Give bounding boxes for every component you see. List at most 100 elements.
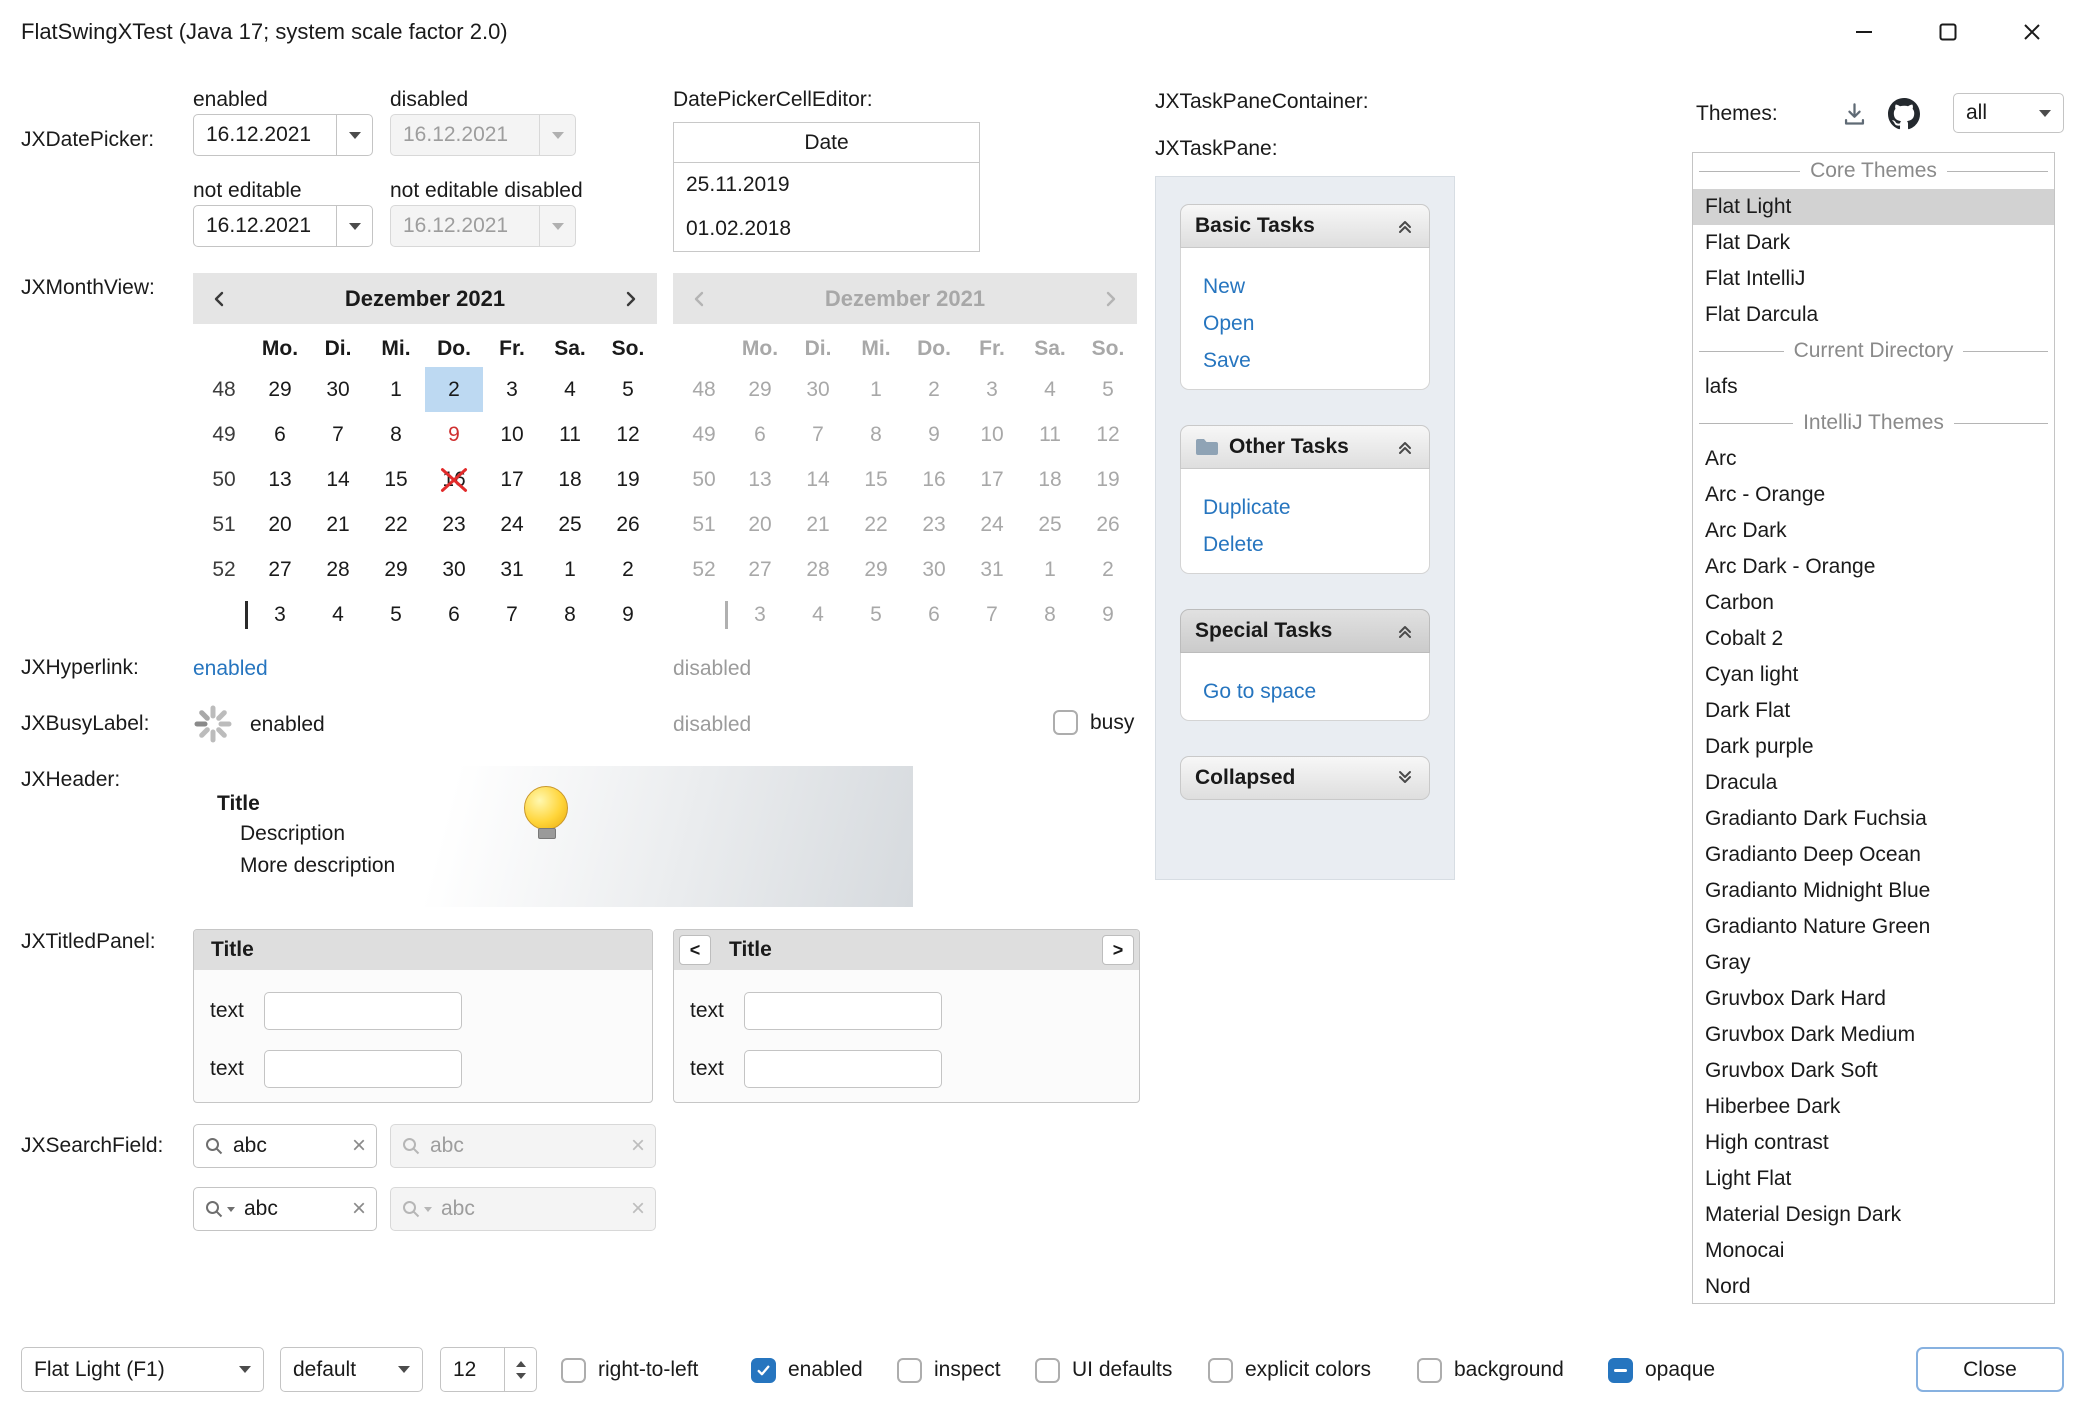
day-cell[interactable]: 16: [425, 457, 483, 502]
theme-item[interactable]: Arc: [1693, 441, 2054, 477]
checkbox-box[interactable]: [1053, 710, 1078, 735]
text-field[interactable]: [264, 992, 462, 1030]
day-cell[interactable]: 17: [483, 457, 541, 502]
prev-button[interactable]: <: [679, 935, 711, 965]
theme-item[interactable]: Monocai: [1693, 1233, 2054, 1269]
checkbox-inspect[interactable]: inspect: [897, 1349, 1001, 1391]
themes-filter-combo[interactable]: all: [1953, 93, 2064, 133]
search-field-with-menu[interactable]: abc ×: [193, 1187, 377, 1231]
day-cell[interactable]: 18: [541, 457, 599, 502]
github-button[interactable]: [1886, 96, 1922, 132]
search-field[interactable]: abc ×: [193, 1124, 377, 1168]
close-dialog-button[interactable]: Close: [1916, 1347, 2064, 1392]
day-cell[interactable]: 31: [483, 547, 541, 592]
prev-month-button[interactable]: [199, 278, 241, 320]
day-cell[interactable]: 23: [425, 502, 483, 547]
theme-item[interactable]: Light Flat: [1693, 1161, 2054, 1197]
checkbox-enabled[interactable]: enabled: [751, 1349, 863, 1391]
laf-combo[interactable]: Flat Light (F1): [21, 1347, 264, 1392]
datepicker-dropdown-button[interactable]: [336, 206, 372, 246]
checkbox-box[interactable]: [1417, 1358, 1442, 1383]
theme-item[interactable]: Gradianto Dark Fuchsia: [1693, 801, 2054, 837]
day-cell[interactable]: 9: [425, 412, 483, 457]
day-cell[interactable]: 8: [541, 592, 599, 637]
checkbox-explicit-colors[interactable]: explicit colors: [1208, 1349, 1371, 1391]
day-cell[interactable]: 29: [251, 367, 309, 412]
day-cell[interactable]: 10: [483, 412, 541, 457]
theme-item[interactable]: Gruvbox Dark Hard: [1693, 981, 2054, 1017]
date-value[interactable]: 16.12.2021: [194, 123, 336, 147]
day-cell[interactable]: 20: [251, 502, 309, 547]
day-cell[interactable]: 24: [483, 502, 541, 547]
task-link[interactable]: Open: [1203, 305, 1429, 342]
theme-item[interactable]: Flat Dark: [1693, 225, 2054, 261]
text-field[interactable]: [744, 1050, 942, 1088]
theme-item[interactable]: Hiberbee Dark: [1693, 1089, 2054, 1125]
checkbox-background[interactable]: background: [1417, 1349, 1564, 1391]
day-cell[interactable]: 5: [367, 592, 425, 637]
minimize-button[interactable]: [1822, 0, 1906, 64]
day-cell[interactable]: 26: [599, 502, 657, 547]
theme-item[interactable]: Dark Flat: [1693, 693, 2054, 729]
task-link[interactable]: New: [1203, 268, 1429, 305]
day-cell[interactable]: 25: [541, 502, 599, 547]
day-cell[interactable]: 29: [367, 547, 425, 592]
table-row[interactable]: 25.11.2019: [674, 163, 979, 207]
day-cell[interactable]: 5: [599, 367, 657, 412]
download-button[interactable]: [1838, 98, 1870, 130]
day-cell[interactable]: 15: [367, 457, 425, 502]
clear-icon[interactable]: ×: [352, 1197, 366, 1221]
text-field[interactable]: [744, 992, 942, 1030]
task-link[interactable]: Delete: [1203, 526, 1429, 563]
hyperlink-enabled[interactable]: enabled: [193, 655, 268, 683]
theme-item[interactable]: Gradianto Nature Green: [1693, 909, 2054, 945]
theme-item[interactable]: Flat Light: [1693, 189, 2054, 225]
theme-item[interactable]: Nord: [1693, 1269, 2054, 1304]
task-link[interactable]: Go to space: [1203, 673, 1429, 710]
day-cell[interactable]: 27: [251, 547, 309, 592]
day-cell[interactable]: 4: [541, 367, 599, 412]
theme-item[interactable]: Cobalt 2: [1693, 621, 2054, 657]
next-button[interactable]: >: [1102, 935, 1134, 965]
theme-item[interactable]: Flat IntelliJ: [1693, 261, 2054, 297]
spinner-up-icon[interactable]: [516, 1361, 526, 1367]
checkbox-box[interactable]: [897, 1358, 922, 1383]
theme-item[interactable]: Gruvbox Dark Soft: [1693, 1053, 2054, 1089]
day-cell[interactable]: 6: [251, 412, 309, 457]
day-cell[interactable]: 4: [309, 592, 367, 637]
task-link[interactable]: Save: [1203, 342, 1429, 379]
theme-item[interactable]: High contrast: [1693, 1125, 2054, 1161]
day-cell[interactable]: 14: [309, 457, 367, 502]
day-cell[interactable]: 7: [483, 592, 541, 637]
day-cell[interactable]: 13: [251, 457, 309, 502]
day-cell[interactable]: 11: [541, 412, 599, 457]
day-cell[interactable]: 21: [309, 502, 367, 547]
checkbox-box[interactable]: [561, 1358, 586, 1383]
clear-icon[interactable]: ×: [352, 1134, 366, 1158]
task-pane-header[interactable]: Special Tasks: [1180, 609, 1430, 653]
datepicker-enabled[interactable]: 16.12.2021: [193, 114, 373, 156]
font-combo[interactable]: default: [280, 1347, 423, 1392]
theme-item[interactable]: Carbon: [1693, 585, 2054, 621]
maximize-button[interactable]: [1906, 0, 1990, 64]
checkbox-box[interactable]: [1035, 1358, 1060, 1383]
close-button[interactable]: [1990, 0, 2074, 64]
task-link[interactable]: Duplicate: [1203, 489, 1429, 526]
checkbox-box[interactable]: [1208, 1358, 1233, 1383]
theme-item[interactable]: Material Design Dark: [1693, 1197, 2054, 1233]
theme-item[interactable]: Dracula: [1693, 765, 2054, 801]
text-field[interactable]: [264, 1050, 462, 1088]
search-value[interactable]: abc: [244, 1197, 343, 1221]
table-row[interactable]: 01.02.2018: [674, 207, 979, 251]
day-cell[interactable]: 2: [599, 547, 657, 592]
day-cell[interactable]: 2: [425, 367, 483, 412]
task-pane-header[interactable]: Basic Tasks: [1180, 204, 1430, 248]
search-menu-icon[interactable]: [204, 1199, 235, 1219]
spinner-down-icon[interactable]: [516, 1373, 526, 1379]
checkbox-right-to-left[interactable]: right-to-left: [561, 1349, 698, 1391]
day-cell[interactable]: 1: [367, 367, 425, 412]
theme-item[interactable]: Arc Dark - Orange: [1693, 549, 2054, 585]
theme-item[interactable]: Gray: [1693, 945, 2054, 981]
checkbox-ui-defaults[interactable]: UI defaults: [1035, 1349, 1172, 1391]
theme-item[interactable]: Arc - Orange: [1693, 477, 2054, 513]
